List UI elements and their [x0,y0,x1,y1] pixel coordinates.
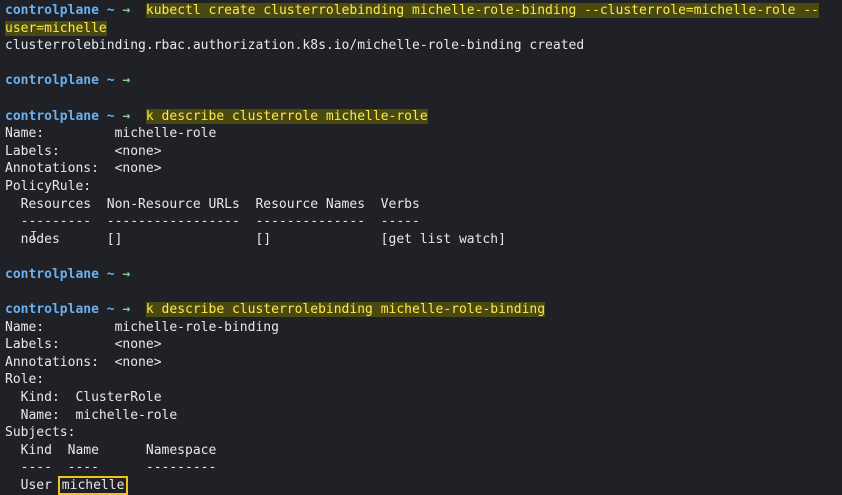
table-row: nodes [] [] [get list watch] [5,231,506,247]
output-line: Name: michelle-role [5,126,217,142]
output-line: Annotations: <none> [5,161,162,177]
table-divider: --------- ----------------- ------------… [5,214,420,230]
prompt-arrow-icon: → [122,302,131,318]
prompt-host: controlplane [5,108,99,124]
command-describe-clusterrole: k describe clusterrole michelle-role [145,108,428,124]
output-line: Subjects: [5,425,76,441]
prompt-arrow-icon: → [122,3,131,18]
command-continuation: user=michelle [5,20,842,38]
command-create-binding-cont: user=michelle [5,20,107,36]
table-row: User michelle [5,476,842,495]
prompt-tilde: ~ [106,266,115,282]
text-cursor-icon: I [30,229,38,243]
prompt-host: controlplane [5,73,99,89]
prompt-host: controlplane [5,3,99,18]
prompt-arrow-icon: → [122,73,131,89]
table-divider: ---- ---- --------- [5,460,217,476]
output-line: Annotations: <none> [5,354,162,370]
prompt-line: controlplane ~ → k describe clusterroleb… [5,301,842,319]
subject-name-highlight: michelle [57,476,129,495]
output-line: Role: [5,372,45,388]
output-line: PolicyRule: [5,178,92,194]
prompt-tilde: ~ [106,302,115,318]
prompt-line: controlplane ~ → [5,72,842,90]
command-describe-clusterrolebinding: k describe clusterrolebinding michelle-r… [145,302,546,318]
output-line: Kind: ClusterRole [5,390,162,406]
prompt-line: controlplane ~ → kubectl create clusterr… [5,2,842,20]
output-line: Name: michelle-role [5,407,178,423]
output-line: Labels: <none> [5,143,162,159]
table-header: Kind Name Namespace [5,442,217,458]
output-line: clusterrolebinding.rbac.authorization.k8… [5,38,585,54]
prompt-line: controlplane ~ → k describe clusterrole … [5,108,842,126]
prompt-tilde: ~ [106,108,115,124]
command-create-binding: kubectl create clusterrolebinding michel… [145,3,819,18]
prompt-host: controlplane [5,302,99,318]
output-line: Labels: <none> [5,337,162,353]
subject-kind: User [5,478,60,494]
prompt-host: controlplane [5,266,99,282]
terminal-window[interactable]: controlplane ~ → kubectl create clusterr… [0,0,842,495]
table-header: Resources Non-Resource URLs Resource Nam… [5,196,420,212]
prompt-arrow-icon: → [122,108,131,124]
prompt-tilde: ~ [106,3,115,18]
prompt-arrow-icon: → [122,266,131,282]
output-line: Name: michelle-role-binding [5,319,279,335]
prompt-tilde: ~ [106,73,115,89]
prompt-line: controlplane ~ → [5,266,842,284]
